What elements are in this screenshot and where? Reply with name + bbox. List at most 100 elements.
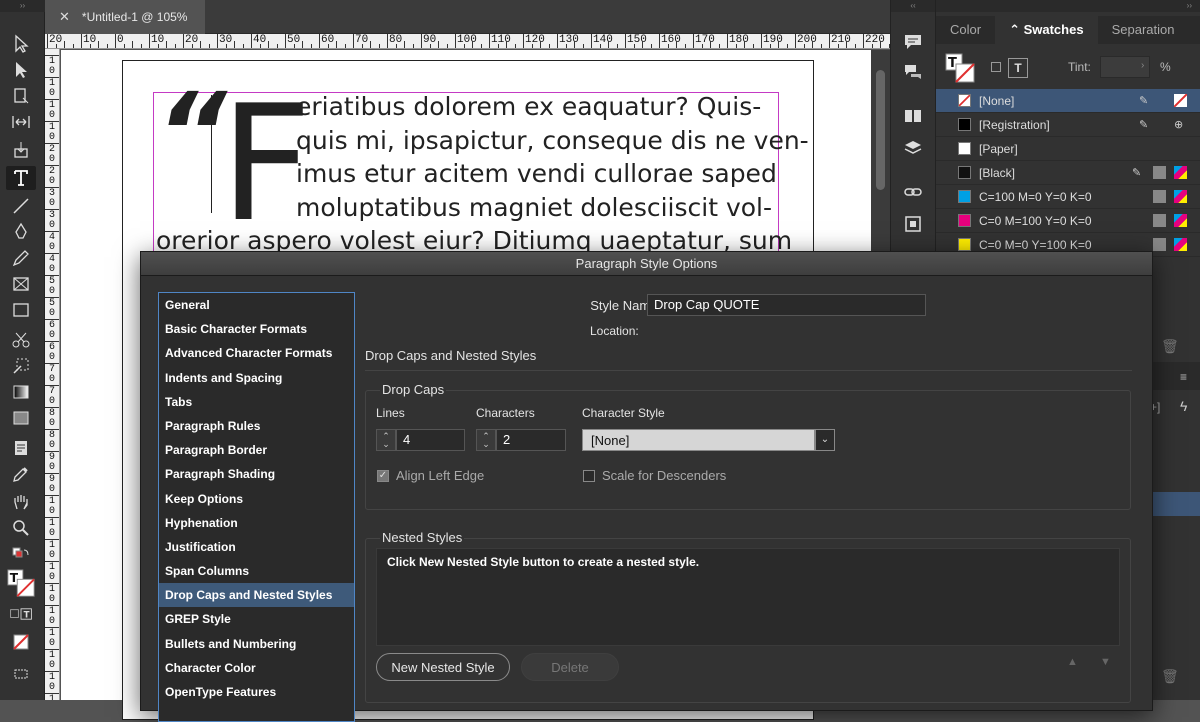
category-item[interactable]: Paragraph Shading [159,462,354,486]
zoom-tool-icon[interactable] [6,516,36,540]
panel-grip[interactable]: ›› [936,0,1200,12]
category-item[interactable]: Indents and Spacing [159,366,354,390]
ruler-minor-tick [701,44,703,48]
swatch-row-none[interactable]: [None] ✎ [936,89,1200,113]
swatch-row-registration[interactable]: [Registration] ✎ ⊕ [936,113,1200,137]
layers-icon[interactable] [901,136,925,160]
content-collector-icon[interactable] [6,138,36,162]
gap-tool-icon[interactable] [6,110,36,134]
ruler-label: 210 [831,34,851,46]
ruler-minor-tick [480,44,482,48]
chat-icon[interactable] [901,60,925,84]
dialog-title[interactable]: Paragraph Style Options [141,252,1152,276]
scissors-tool-icon[interactable] [6,328,36,352]
comments-icon[interactable] [901,30,925,54]
swatch-row-black[interactable]: [Black] ✎ [936,161,1200,185]
category-item[interactable]: Span Columns [159,559,354,583]
rectangle-frame-tool-icon[interactable] [6,272,36,296]
category-item[interactable]: Bullets and Numbering [159,632,354,656]
vruler-label: 0 [48,220,55,231]
tab-color[interactable]: Color [936,16,995,44]
category-item[interactable]: Character Color [159,656,354,680]
line-tool-icon[interactable] [6,194,36,218]
characters-input[interactable]: 2 [496,429,566,451]
lightning-icon[interactable]: ϟ [1180,398,1187,414]
category-item[interactable]: Justification [159,535,354,559]
swatch-name: C=0 M=0 Y=100 K=0 [979,237,1092,252]
delete-button[interactable]: Delete [521,653,619,681]
vertical-ruler[interactable]: 1010101020203030404050506060707080809090… [45,49,60,700]
align-left-edge-checkbox[interactable]: ✓ [377,469,389,482]
trash-icon[interactable]: 🗑 [1161,338,1179,355]
document-tab[interactable]: ✕ *Untitled-1 @ 105% [45,0,205,34]
trash-icon[interactable]: 🗑 [1161,668,1179,685]
fill-stroke-swatch-icon[interactable]: T [6,566,36,602]
tab-swatches-label: Swatches [1023,22,1084,37]
category-item[interactable]: Keep Options [159,487,354,511]
pages-icon[interactable] [901,104,925,128]
align-left-edge-option[interactable]: ✓ Align Left Edge [377,468,484,483]
scale-descenders-option[interactable]: Scale for Descenders [583,468,726,483]
category-item[interactable]: Advanced Character Formats [159,341,354,365]
selection-tool-icon[interactable] [6,32,36,56]
screen-mode-icon[interactable] [6,662,36,686]
icon-strip-grip[interactable]: ‹‹ [891,0,935,12]
lines-input[interactable]: 4 [396,429,465,451]
category-item[interactable]: Tabs [159,390,354,414]
scale-descenders-checkbox[interactable] [583,469,595,482]
tab-separation[interactable]: Separation [1098,16,1189,44]
rectangle-tool-icon[interactable] [6,298,36,322]
pencil-tool-icon[interactable] [6,246,36,270]
default-fill-stroke-icon[interactable] [6,546,36,562]
move-down-icon[interactable]: ▼ [1100,656,1111,668]
container-toggle-icon[interactable] [991,62,1001,72]
nested-styles-empty-message: Click New Nested Style button to create … [387,555,700,569]
stroke-panel-icon[interactable] [901,212,925,236]
move-up-icon[interactable]: ▲ [1067,656,1078,668]
type-tool-icon[interactable] [6,166,36,190]
fill-stroke-swatch-icon[interactable]: T [944,52,976,89]
ruler-label: 190 [763,34,783,46]
new-nested-style-button[interactable]: New Nested Style [376,653,510,681]
ruler-tick [489,34,490,48]
category-item[interactable]: GREP Style [159,607,354,631]
characters-stepper-icon[interactable]: ⌃ ⌄ [476,429,496,451]
category-item[interactable]: Basic Character Formats [159,317,354,341]
swatch-row-cyan[interactable]: C=100 M=0 Y=0 K=0 [936,185,1200,209]
tint-arrow-icon[interactable]: › [1141,60,1144,71]
apply-none-icon[interactable] [6,630,36,654]
hand-tool-icon[interactable] [6,490,36,514]
toolbar-grip[interactable]: ›› [0,0,45,12]
category-item[interactable]: Paragraph Rules [159,414,354,438]
category-item[interactable]: Hyphenation [159,511,354,535]
swatch-row-magenta[interactable]: C=0 M=100 Y=0 K=0 [936,209,1200,233]
style-name-input[interactable]: Drop Cap QUOTE [647,294,926,316]
ruler-minor-tick [336,41,337,48]
category-item[interactable]: Paragraph Border [159,438,354,462]
gradient-feather-tool-icon[interactable] [6,406,36,430]
category-item[interactable]: OpenType Features [159,680,354,704]
note-tool-icon[interactable] [6,436,36,460]
category-item[interactable]: Drop Caps and Nested Styles [159,583,354,608]
close-tab-icon[interactable]: ✕ [59,9,70,25]
swatch-row-paper[interactable]: [Paper] [936,137,1200,161]
chevron-down-icon[interactable]: ⌄ [815,429,835,451]
links-icon[interactable] [901,180,925,204]
gradient-swatch-tool-icon[interactable] [6,380,36,404]
scrollbar-thumb[interactable] [876,70,885,190]
tab-swatches[interactable]: ⌃ Swatches [995,16,1098,44]
free-transform-tool-icon[interactable] [6,354,36,378]
eyedropper-tool-icon[interactable] [6,462,36,486]
page-tool-icon[interactable] [6,84,36,108]
lines-stepper-icon[interactable]: ⌃ ⌄ [376,429,396,451]
horizontal-ruler[interactable]: 20 10 0 10 20 30 40 50 60 70 80 90 100 110 120 130 140 15… [45,34,890,49]
category-item[interactable]: General [159,293,354,317]
pen-tool-icon[interactable] [6,220,36,244]
direct-selection-tool-icon[interactable] [6,58,36,82]
panel-menu-icon[interactable]: ≡ [1180,370,1187,384]
text-toggle-icon[interactable]: T [1008,58,1028,78]
formatting-affects-icon[interactable]: T [6,606,36,622]
ruler-tick [591,34,592,48]
vruler-label: 0 [48,462,55,473]
character-style-select[interactable]: [None] [582,429,815,451]
